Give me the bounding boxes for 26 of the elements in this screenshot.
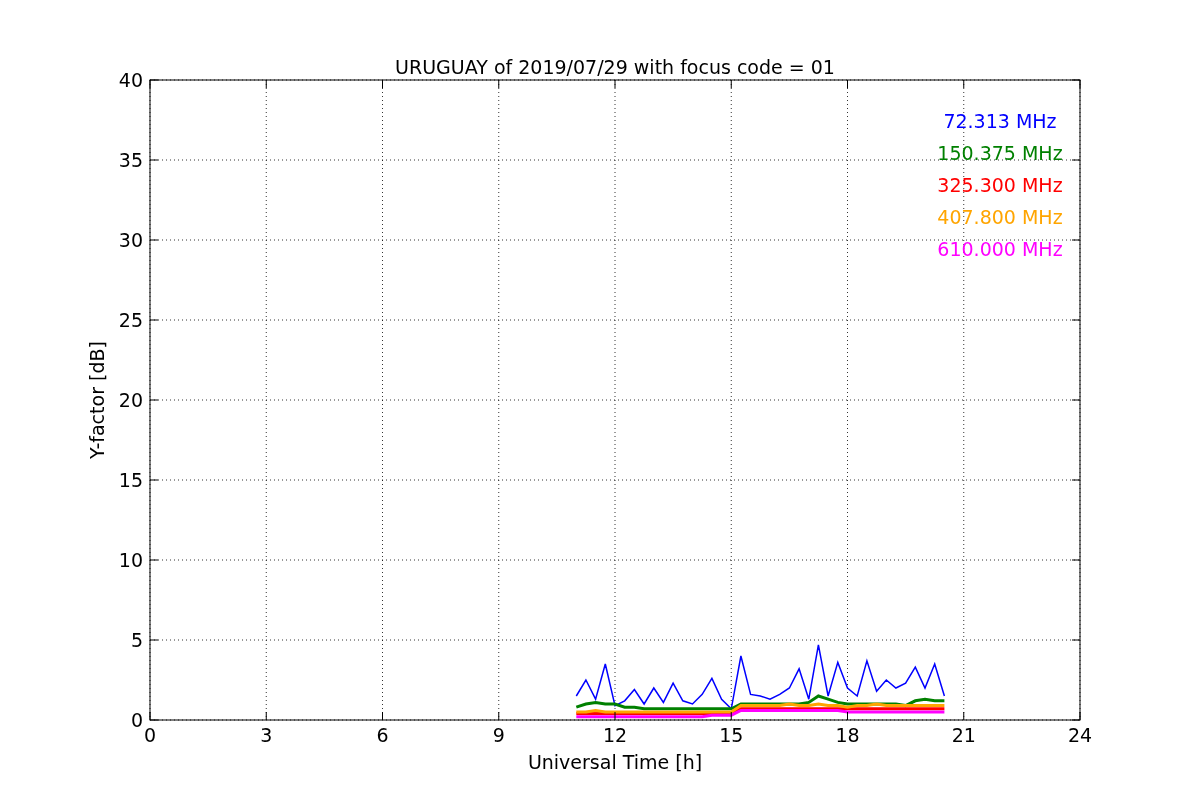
y-tick-label: 35 [118,149,143,171]
x-tick-label: 6 [376,724,389,746]
x-tick-label: 21 [951,724,976,746]
legend-label: 325.300 MHz [937,174,1063,196]
x-tick-label: 12 [602,724,628,746]
chart-title: URUGUAY of 2019/07/29 with focus code = 01 [395,56,835,78]
x-axis-label: Universal Time [h] [527,751,703,773]
y-axis-label: Y-factor [dB] [86,341,108,459]
x-tick-label: 9 [492,724,505,746]
legend-label: 72.313 MHz [943,110,1057,132]
y-tick-label: 30 [118,229,143,251]
x-tick-label: 24 [1067,724,1093,746]
y-tick-label: 40 [118,69,143,91]
y-tick-label: 25 [118,309,143,331]
x-tick-label: 3 [260,724,273,746]
y-tick-label: 0 [130,709,143,731]
y-tick-label: 20 [118,389,143,411]
y-tick-label: 5 [130,629,143,651]
legend-label: 610.000 MHz [937,238,1063,260]
y-tick-label: 15 [118,469,143,491]
x-tick-label: 0 [143,724,157,746]
y-tick-label: 10 [118,549,143,571]
x-tick-label: 15 [719,724,744,746]
x-tick-label: 18 [835,724,860,746]
legend-label: 407.800 MHz [937,206,1063,228]
legend-label: 150.375 MHz [937,142,1063,164]
